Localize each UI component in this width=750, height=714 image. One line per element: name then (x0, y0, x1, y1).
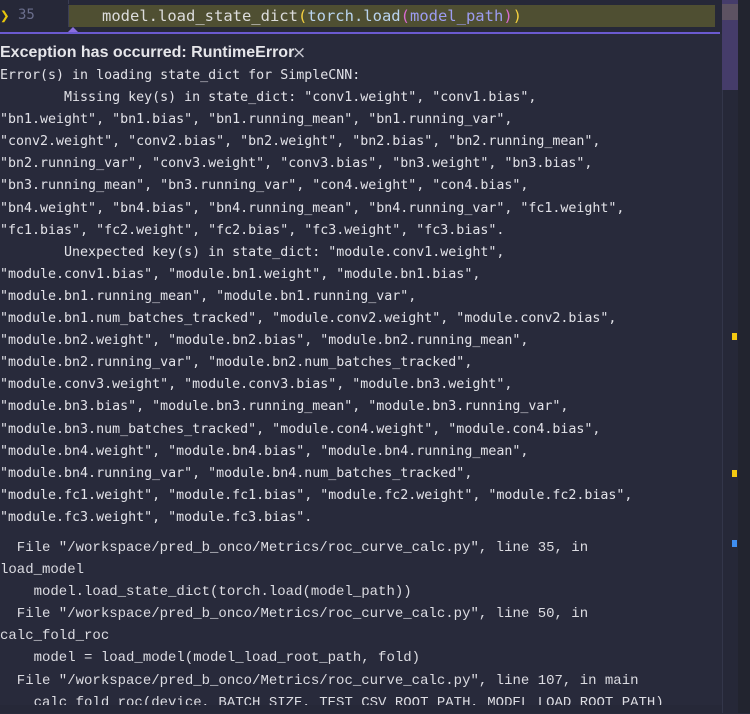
exception-message-line: "module.fc3.weight", "module.fc3.bias". (0, 509, 313, 525)
exception-message-line: Missing key(s) in state_dict: "conv1.wei… (0, 90, 537, 106)
current-execution-arrow-icon: ❯ (0, 6, 10, 25)
exception-message-line: "conv2.weight", "conv2.bias", "bn2.weigh… (0, 134, 601, 150)
line-number: 35 (18, 7, 35, 23)
exception-widget-border (0, 32, 720, 34)
exception-message-line: "module.bn1.num_batches_tracked", "modul… (0, 311, 617, 327)
exception-message-line: "module.bn3.num_batches_tracked", "modul… (0, 421, 601, 437)
close-icon[interactable]: × (292, 43, 306, 63)
scrollbar-warning-marker (732, 333, 737, 340)
exception-message-line: "fc1.bias", "fc2.weight", "fc2.bias", "f… (0, 222, 505, 238)
scrollbar-current-line-marker (722, 4, 738, 20)
code-paren: ( (400, 7, 410, 25)
code-paren: ) (503, 7, 513, 25)
traceback-line: File "/workspace/pred_b_onco/Metrics/roc… (0, 606, 589, 623)
widget-bottom-edge (0, 705, 722, 713)
exception-message-line: "module.bn2.weight", "module.bn2.bias", … (0, 333, 529, 349)
code-argument: model_path (409, 7, 504, 25)
traceback-line: model = load_model(model_load_root_path,… (0, 650, 421, 667)
current-line-code: model.load_state_dict(torch.load(model_p… (102, 6, 522, 26)
scrollbar-warning-marker (732, 470, 737, 477)
exception-message-line: "module.bn4.running_var", "module.bn4.nu… (0, 465, 473, 481)
traceback-line: File "/workspace/pred_b_onco/Metrics/roc… (0, 540, 589, 556)
exception-message-line: "bn4.weight", "bn4.bias", "bn4.running_m… (0, 200, 625, 216)
code-paren: ( (297, 7, 308, 25)
exception-message-line: "module.conv1.bias", "module.bn1.weight"… (0, 266, 481, 282)
exception-message-line: "module.bn3.bias", "module.bn3.running_m… (0, 399, 569, 415)
exception-traceback: File "/workspace/pred_b_onco/Metrics/roc… (0, 537, 720, 714)
exception-message-line: "bn3.running_mean", "bn3.running_var", "… (0, 178, 529, 194)
traceback-line: calc_fold_roc (0, 628, 110, 645)
exception-title: Exception has occurred: RuntimeError (0, 44, 295, 61)
code-method: model.load_state_dict (102, 7, 298, 25)
scrollbar-track[interactable] (722, 0, 739, 713)
exception-message-line: "bn2.running_var", "conv3.weight", "conv… (0, 156, 593, 172)
exception-message-line: "bn1.weight", "bn1.bias", "bn1.running_m… (0, 112, 513, 128)
exception-message-line: "module.bn2.running_var", "module.bn2.nu… (0, 355, 473, 371)
code-call: torch.load (307, 7, 401, 25)
previous-code-line (68, 0, 714, 4)
code-paren: ) (512, 7, 522, 25)
traceback-line: File "/workspace/pred_b_onco/Metrics/roc… (0, 672, 639, 689)
current-execution-line[interactable]: model.load_state_dict(torch.load(model_p… (68, 5, 715, 27)
exception-message-line: Error(s) in loading state_dict for Simpl… (0, 68, 361, 83)
outer-edge (738, 0, 750, 713)
traceback-line: load_model (0, 562, 85, 579)
exception-message-line: "module.bn4.weight", "module.bn4.bias", … (0, 443, 529, 459)
exception-message-line: Unexpected key(s) in state_dict: "module… (0, 244, 505, 260)
exception-message: Error(s) in loading state_dict for Simpl… (0, 65, 720, 529)
exception-message-line: "module.fc1.weight", "module.fc1.bias", … (0, 487, 633, 503)
traceback-line: model.load_state_dict(torch.load(model_p… (0, 584, 412, 601)
exception-message-line: "module.bn1.running_mean", "module.bn1.r… (0, 288, 417, 304)
scrollbar-info-marker (732, 540, 737, 547)
exception-message-line: "module.conv3.weight", "module.conv3.bia… (0, 377, 513, 393)
